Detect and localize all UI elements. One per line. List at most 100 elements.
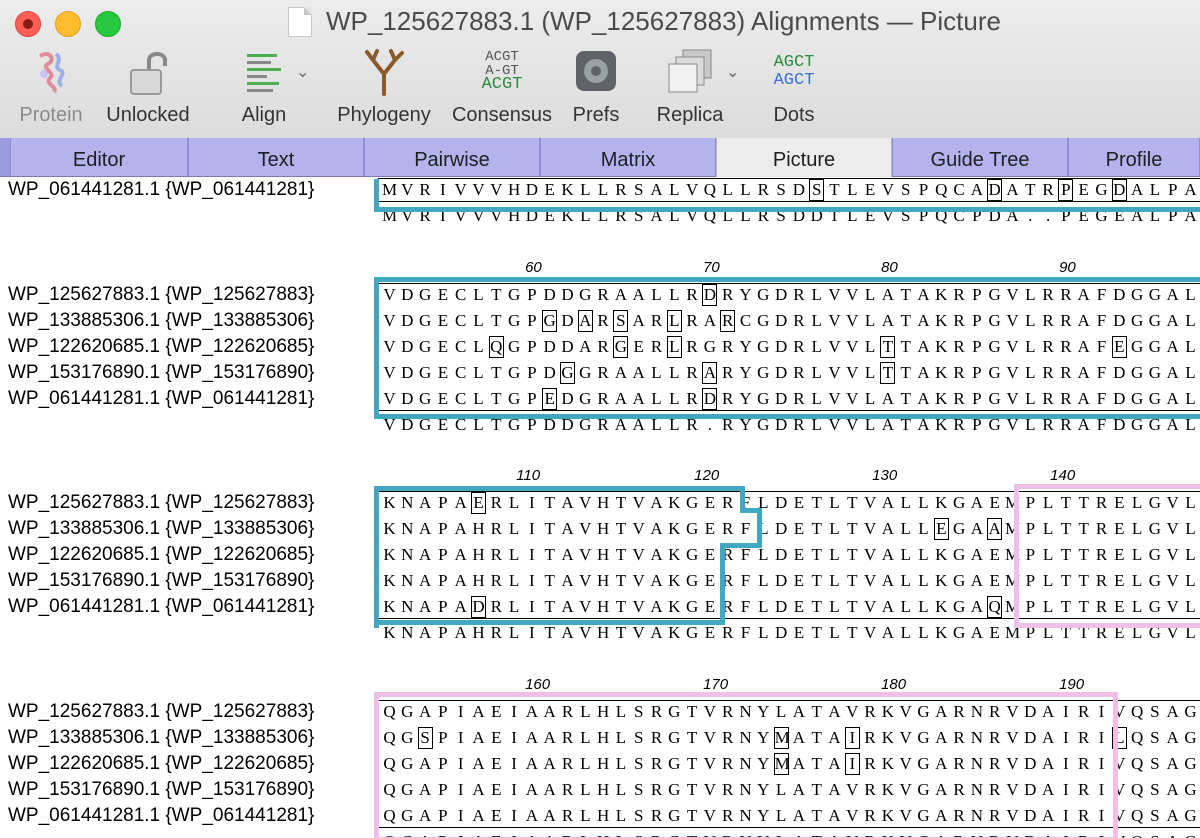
- residue: V: [1006, 702, 1019, 721]
- residue: V: [828, 389, 841, 408]
- residue: I: [511, 702, 517, 721]
- dots-icon-line-1: AGCT: [773, 53, 815, 72]
- consensus-residue: R: [953, 415, 965, 434]
- position-tick-label: 160: [525, 676, 551, 693]
- unlocked-button[interactable]: Unlocked: [100, 48, 196, 132]
- residue: L: [918, 597, 929, 616]
- residue: T: [615, 493, 627, 512]
- identity-frame-line: [378, 201, 1200, 202]
- residue: E: [437, 389, 449, 408]
- residue: A: [881, 389, 895, 408]
- residue: H: [596, 493, 610, 512]
- sequence-name: WP_133885306.1 {WP_133885306}: [8, 727, 315, 748]
- residue: L: [473, 311, 484, 330]
- residue: V: [383, 311, 396, 330]
- residue: K: [935, 493, 948, 512]
- residue: L: [508, 545, 520, 564]
- tab-text[interactable]: Text: [188, 138, 364, 176]
- residue: I: [440, 180, 446, 199]
- sequence-name: WP_061441281.1 {WP_061441281}: [8, 388, 315, 409]
- protein-button[interactable]: Protein: [10, 48, 92, 132]
- residue: K: [668, 545, 681, 564]
- residue: V: [846, 780, 859, 799]
- residue: A: [561, 519, 574, 538]
- align-menu-chevron-down-icon[interactable]: ⌄: [296, 62, 309, 82]
- consensus-residue: L: [829, 623, 840, 642]
- dots-button[interactable]: AGCT AGCT Dots: [758, 48, 830, 132]
- tab-profile[interactable]: Profile: [1068, 138, 1200, 176]
- replica-windows-icon: [668, 49, 712, 93]
- residue: P: [972, 363, 982, 382]
- close-window-button[interactable]: [15, 11, 41, 37]
- residue: E: [704, 597, 716, 616]
- residue: A: [828, 806, 841, 825]
- replica-button[interactable]: Replica: [652, 48, 728, 132]
- consensus-residue: R: [560, 831, 575, 838]
- prefs-label: Prefs: [572, 104, 620, 126]
- residue: A: [525, 806, 539, 825]
- residue: A: [881, 311, 895, 330]
- align-button[interactable]: Align: [226, 48, 302, 132]
- residue: V: [1006, 754, 1019, 773]
- consensus-residue: V: [845, 831, 860, 838]
- residue: V: [454, 180, 467, 199]
- residue: R: [1078, 806, 1090, 825]
- sequence-name: WP_153176890.1 {WP_153176890}: [8, 362, 315, 383]
- residue: A: [703, 311, 717, 330]
- residue: Q: [383, 702, 396, 721]
- tab-editor[interactable]: Editor: [10, 138, 188, 176]
- consensus-button[interactable]: ACGT A-GT ACGT Consensus: [448, 48, 556, 132]
- align-icon: [247, 54, 281, 92]
- residue: K: [668, 493, 681, 512]
- dots-icon-line-2: AGCT: [773, 71, 815, 90]
- tab-matrix[interactable]: Matrix: [540, 138, 716, 176]
- phylogeny-button[interactable]: Phylogeny: [332, 48, 436, 132]
- residue: A: [418, 493, 432, 512]
- consensus-residue: A: [1165, 831, 1180, 838]
- minimize-window-button[interactable]: [55, 11, 81, 37]
- residue: T: [544, 597, 555, 616]
- consensus-residue: T: [900, 415, 911, 434]
- sequence-name: WP_125627883.1 {WP_125627883}: [8, 284, 315, 305]
- tab-pairwise[interactable]: Pairwise: [364, 138, 540, 176]
- residue: T: [615, 597, 627, 616]
- residue: T: [811, 519, 822, 538]
- consensus-residue: T: [809, 831, 824, 838]
- zoom-window-button[interactable]: [95, 11, 121, 37]
- consensus-residue: E: [793, 623, 805, 642]
- residue: H: [596, 780, 610, 799]
- consensus-icon-line-3: ACGT: [481, 75, 523, 94]
- residue: T: [847, 597, 858, 616]
- differing-residue: T: [880, 362, 896, 384]
- residue: A: [828, 702, 841, 721]
- residue: I: [457, 806, 464, 825]
- residue: A: [525, 780, 539, 799]
- residue: A: [792, 780, 806, 799]
- consensus-residue: G: [952, 623, 966, 642]
- residue: R: [953, 285, 965, 304]
- residue: L: [1025, 311, 1036, 330]
- residue: L: [1185, 519, 1196, 538]
- residue: L: [811, 389, 822, 408]
- residue: F: [1096, 311, 1107, 330]
- residue: H: [596, 571, 610, 590]
- replica-menu-chevron-down-icon[interactable]: ⌄: [726, 62, 739, 82]
- consensus-residue: R: [597, 415, 609, 434]
- tab-picture[interactable]: Picture: [716, 138, 892, 177]
- consensus-residue: L: [1042, 623, 1054, 642]
- residue: P: [527, 337, 537, 356]
- residue: G: [703, 337, 717, 356]
- residue: D: [401, 311, 414, 330]
- residue: V: [1006, 389, 1019, 408]
- residue: G: [507, 389, 521, 408]
- tab-guide-tree[interactable]: Guide Tree: [892, 138, 1068, 176]
- residue: R: [1042, 389, 1054, 408]
- residue: M: [1005, 571, 1021, 590]
- residue: T: [811, 545, 822, 564]
- consensus-residue: G: [667, 831, 682, 838]
- consensus-residue: L: [613, 831, 628, 838]
- residue: L: [1025, 363, 1036, 382]
- residue: V: [703, 754, 717, 773]
- prefs-button[interactable]: Prefs: [564, 48, 628, 132]
- residue: L: [580, 180, 591, 199]
